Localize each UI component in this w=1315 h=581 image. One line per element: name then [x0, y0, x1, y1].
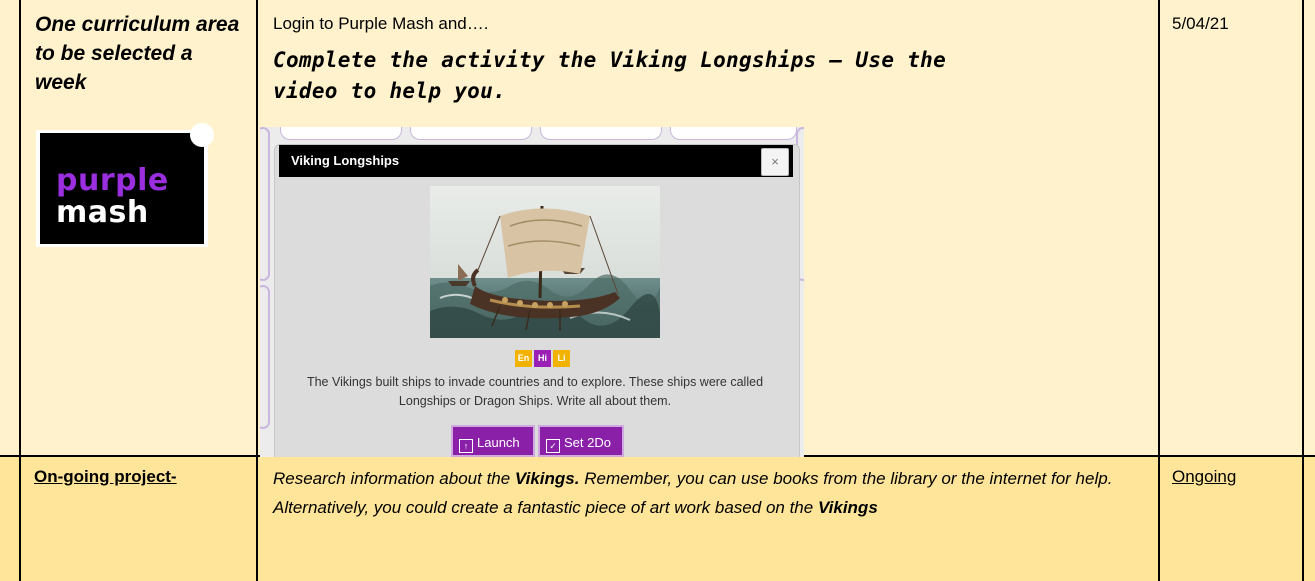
- description-bold: Vikings: [817, 498, 878, 517]
- tag-english: En: [515, 350, 532, 367]
- set-2do-label: Set 2Do: [564, 435, 611, 450]
- activity-description: The Vikings built ships to invade countr…: [306, 375, 764, 408]
- task-instruction: Complete the activity the Viking Longshi…: [273, 48, 947, 103]
- table-border: [19, 0, 21, 581]
- subject-tags: En Hi Li: [515, 350, 570, 367]
- logo-word-purple: purple: [56, 163, 169, 198]
- tag-history: Hi: [534, 350, 551, 367]
- close-button[interactable]: ×: [761, 148, 789, 176]
- launch-button[interactable]: ↑ Launch: [451, 425, 535, 457]
- modal-header: Viking Longships ×: [279, 145, 793, 177]
- viking-ship-image: [430, 186, 660, 338]
- description-text: Research information about the: [273, 469, 515, 488]
- purple-mash-logo: purple mash: [36, 123, 214, 247]
- ongoing-project-description: Research information about the Vikings. …: [273, 464, 1153, 522]
- logo-word-mash: mash: [56, 195, 149, 230]
- set-2do-button[interactable]: ✓ Set 2Do: [538, 425, 624, 457]
- launch-label: Launch: [477, 435, 520, 450]
- date-cell: 5/04/21: [1172, 14, 1229, 33]
- ongoing-project-heading: On-going project-: [34, 467, 177, 486]
- checklist-icon: ✓: [546, 439, 560, 453]
- ongoing-status: Ongoing: [1172, 467, 1237, 486]
- modal-title: Viking Longships: [291, 153, 400, 168]
- activity-screenshot: Viking Longships × En Hi Li The Vikings …: [260, 127, 804, 457]
- activity-modal: Viking Longships × En Hi Li The Vikings …: [274, 144, 800, 457]
- description-bold: Vikings.: [514, 469, 580, 488]
- tag-literacy: Li: [553, 350, 570, 367]
- launch-icon: ↑: [459, 439, 473, 453]
- table-border: [1158, 0, 1160, 581]
- table-border: [1302, 0, 1304, 581]
- table-border: [256, 0, 258, 581]
- login-instruction: Login to Purple Mash and….: [273, 14, 489, 33]
- curriculum-heading: One curriculum area to be selected a wee…: [35, 13, 240, 94]
